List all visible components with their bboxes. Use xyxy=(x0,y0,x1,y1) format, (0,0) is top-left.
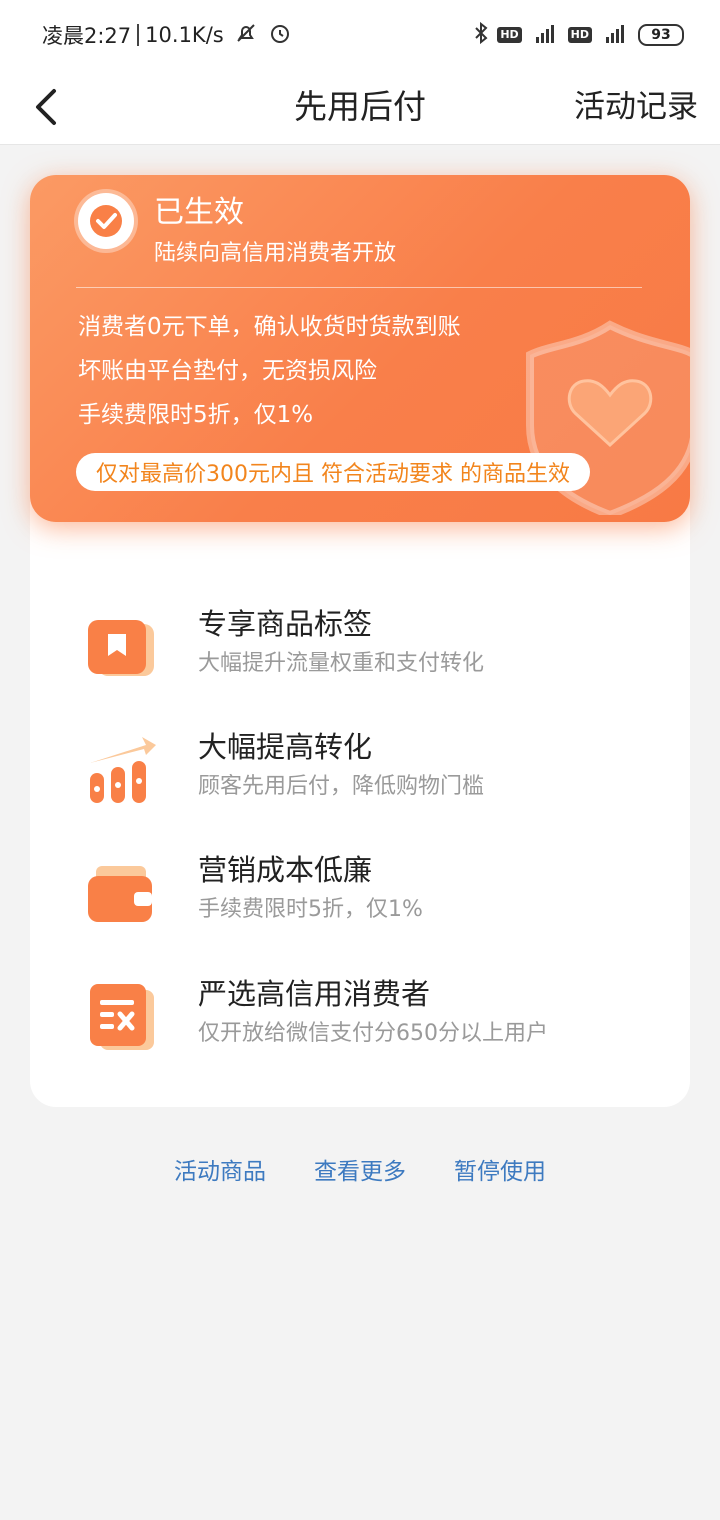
hd-badge-2: HD xyxy=(567,27,592,43)
pause-use-link[interactable]: 暂停使用 xyxy=(454,1152,546,1192)
benefit-line: 坏账由平台垫付，无资损风险 xyxy=(78,358,377,384)
growth-chart-icon xyxy=(84,733,158,807)
signal-icon-2 xyxy=(600,21,630,49)
view-more-link[interactable]: 查看更多 xyxy=(314,1152,406,1192)
bluetooth-icon xyxy=(473,21,489,49)
status-net-speed: 10.1K/s xyxy=(145,23,224,47)
feature-desc: 仅开放给微信支付分650分以上用户 xyxy=(198,1021,548,1046)
status-label: 已生效 xyxy=(154,195,244,230)
divider xyxy=(76,287,642,288)
feature-item: 大幅提高转化 顾客先用后付，降低购物门槛 xyxy=(84,723,644,823)
feature-item: 专享商品标签 大幅提升流量权重和支付转化 xyxy=(84,600,644,700)
feature-item: 营销成本低廉 手续费限时5折，仅1% xyxy=(84,846,644,946)
benefit-line: 消费者0元下单，确认收货时货款到账 xyxy=(78,314,461,340)
eligibility-note: 仅对最高价300元内且 符合活动要求 的商品生效 xyxy=(76,453,590,491)
status-bar: 凌晨2:27 10.1K/s HD HD 93 xyxy=(0,0,720,70)
benefit-line: 手续费限时5折，仅1% xyxy=(78,402,314,428)
activity-record-link[interactable]: 活动记录 xyxy=(574,80,698,134)
features-card: 专享商品标签 大幅提升流量权重和支付转化 大幅提高转化 顾客先用后付，降低购物门… xyxy=(30,470,690,1107)
wallet-icon xyxy=(84,856,158,930)
status-card: 已生效 陆续向高信用消费者开放 消费者0元下单，确认收货时货款到账 坏账由平台垫… xyxy=(30,175,690,522)
bottom-links: 活动商品 查看更多 暂停使用 xyxy=(0,1152,720,1192)
bookmark-tag-icon xyxy=(84,610,158,684)
receipt-icon xyxy=(84,980,158,1054)
status-subtitle: 陆续向高信用消费者开放 xyxy=(154,241,397,266)
feature-desc: 大幅提升流量权重和支付转化 xyxy=(198,651,485,676)
feature-title: 营销成本低廉 xyxy=(198,853,373,887)
benefit-lines: 消费者0元下单，确认收货时货款到账 坏账由平台垫付，无资损风险 手续费限时5折，… xyxy=(78,305,461,437)
feature-title: 大幅提高转化 xyxy=(198,730,373,764)
hd-badge: HD xyxy=(497,27,522,43)
check-icon xyxy=(78,193,134,249)
activity-goods-link[interactable]: 活动商品 xyxy=(174,1152,266,1192)
mute-icon xyxy=(234,21,258,50)
app-header: 先用后付 活动记录 xyxy=(0,70,720,145)
feature-desc: 手续费限时5折，仅1% xyxy=(198,897,423,922)
status-separator xyxy=(137,24,140,46)
feature-desc: 顾客先用后付，降低购物门槛 xyxy=(198,774,485,799)
feature-title: 专享商品标签 xyxy=(198,607,373,641)
signal-icon xyxy=(530,21,560,49)
feature-title: 严选高信用消费者 xyxy=(198,977,431,1011)
feature-item: 严选高信用消费者 仅开放给微信支付分650分以上用户 xyxy=(84,970,644,1070)
battery-indicator: 93 xyxy=(638,24,684,46)
alarm-icon xyxy=(268,21,292,50)
status-time: 凌晨2:27 xyxy=(42,24,132,48)
